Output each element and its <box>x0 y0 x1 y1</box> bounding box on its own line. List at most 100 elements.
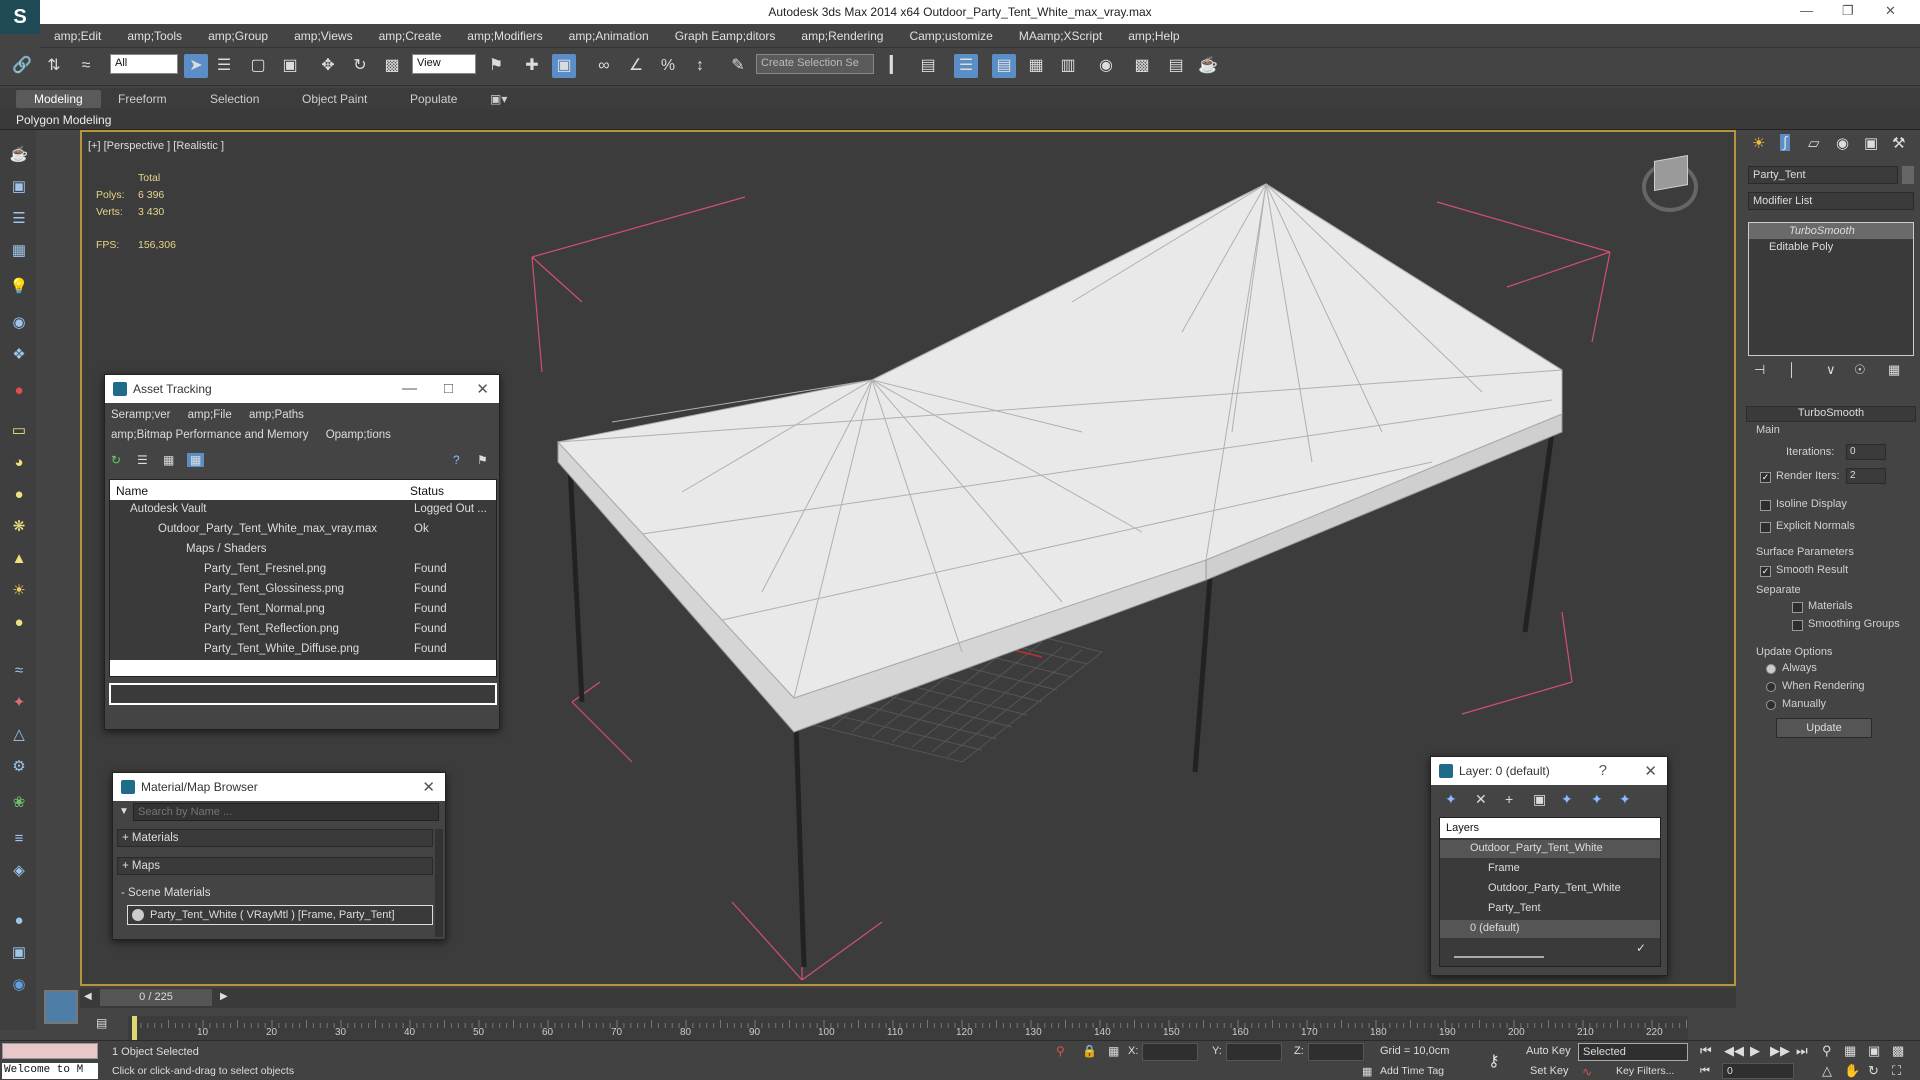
keyboard-shortcut-override-icon[interactable]: ▣ <box>552 54 576 78</box>
schematic-view-icon[interactable]: ◉ <box>1094 54 1118 78</box>
always-radio[interactable] <box>1766 664 1776 674</box>
menu-animation[interactable]: amp;Animation <box>556 24 662 43</box>
sun-icon[interactable]: ☀ <box>8 580 30 602</box>
smooth-result-checkbox[interactable]: ✓ <box>1760 566 1771 577</box>
reference-coord-dropdown[interactable]: View <box>412 54 476 74</box>
list-view-icon[interactable]: ☰ <box>137 453 148 467</box>
minimize-icon[interactable]: — <box>1800 3 1813 18</box>
go-to-start-icon[interactable]: ⏮ <box>1700 1043 1712 1059</box>
snaps-toggle-icon[interactable]: ∞ <box>592 54 616 78</box>
current-frame-marker[interactable] <box>132 1016 137 1040</box>
cone-icon[interactable]: ▲ <box>8 548 30 570</box>
app-logo-icon[interactable]: S <box>0 0 40 34</box>
pattern-icon[interactable]: ◈ <box>8 860 30 882</box>
menu-modifiers[interactable]: amp;Modifiers <box>454 24 555 43</box>
menu-graph-editors[interactable]: Graph Eamp;ditors <box>662 24 789 43</box>
rotate-icon[interactable]: ↻ <box>348 54 372 78</box>
rect-selection-icon[interactable]: ▢ <box>246 54 270 78</box>
key-mode-dropdown[interactable]: Selected <box>1578 1043 1688 1061</box>
layer-titlebar[interactable]: Layer: 0 (default) ? ✕ <box>1431 757 1667 785</box>
layer-item[interactable]: Party_Tent <box>1440 900 1660 918</box>
track-bar[interactable]: 10 20 30 40 50 60 70 80 90 100 110 120 130 140 150 160 1… <box>128 1016 1688 1040</box>
viewcube-icon[interactable] <box>1654 155 1688 191</box>
close-icon[interactable]: ✕ <box>1644 762 1657 780</box>
menu-tools[interactable]: amp;Tools <box>114 24 195 43</box>
graphite-toggle-icon[interactable]: ▦ <box>1024 54 1048 78</box>
pan-icon[interactable]: ✋ <box>1844 1063 1860 1079</box>
scene-material-item[interactable]: Party_Tent_White ( VRayMtl ) [Frame, Par… <box>127 905 433 925</box>
gear-icon[interactable]: ⚙ <box>8 756 30 778</box>
table-view-icon[interactable]: ▦ <box>187 453 205 467</box>
set-key-button[interactable]: Set Key <box>1530 1065 1569 1077</box>
at-menu-server[interactable]: Seramp;ver <box>111 409 170 421</box>
list-icon[interactable]: ☰ <box>8 208 30 230</box>
tab-object-paint[interactable]: Object Paint <box>302 92 367 106</box>
explicit-normals-checkbox[interactable] <box>1760 522 1771 533</box>
zoom-extents-all-icon[interactable]: ▩ <box>1892 1043 1904 1059</box>
material-sphere-icon[interactable]: ● <box>8 910 30 932</box>
new-layer-icon[interactable]: ✦ <box>1445 791 1457 808</box>
thumbnail-view-icon[interactable]: ▦ <box>163 453 174 467</box>
key-filters-button[interactable]: Key Filters... <box>1616 1065 1674 1077</box>
at-menu-bitmap[interactable]: amp;Bitmap Performance and Memory <box>111 429 309 441</box>
menu-edit[interactable]: amp;Edit <box>40 24 114 43</box>
time-slider[interactable]: ◀ 0 / 225 ▶ <box>80 988 1736 1008</box>
help-icon[interactable]: ? <box>453 453 460 467</box>
link-icon[interactable]: 🔗 <box>10 54 34 78</box>
key-mode-toggle-icon[interactable]: ⏮ <box>1700 1065 1710 1078</box>
select-objects-icon[interactable]: ▣ <box>1533 791 1546 808</box>
help-icon[interactable]: ? <box>1599 762 1607 779</box>
hide-all-icon[interactable]: ✦ <box>1591 791 1603 808</box>
manually-radio[interactable] <box>1766 700 1776 710</box>
particles-icon[interactable]: ✦ <box>8 692 30 714</box>
table-row[interactable]: Party_Tent_Glossiness.png Found <box>114 580 494 600</box>
close-icon[interactable]: ✕ <box>476 380 489 398</box>
percent-snap-icon[interactable]: % <box>656 54 680 78</box>
table-row[interactable]: Maps / Shaders <box>114 540 494 560</box>
tab-selection[interactable]: Selection <box>210 92 259 106</box>
go-to-end-icon[interactable]: ⏭ <box>1796 1043 1808 1059</box>
mirror-icon[interactable]: ▎ <box>884 54 908 78</box>
zoom-extents-icon[interactable]: ▣ <box>1868 1043 1880 1059</box>
pin-icon[interactable]: ⚑ <box>477 453 488 467</box>
menu-maxscript[interactable]: MAamp;XScript <box>1006 24 1115 43</box>
mini-listener-icon[interactable] <box>44 990 78 1024</box>
lock-selection-icon[interactable]: 🔒 <box>1082 1044 1097 1058</box>
grid-icon[interactable]: ▦ <box>8 240 30 262</box>
absolute-mode-icon[interactable]: ▦ <box>1108 1044 1119 1058</box>
modifier-list-dropdown[interactable]: Modifier List <box>1748 192 1914 210</box>
vertical-scrollbar[interactable] <box>435 829 443 937</box>
menu-group[interactable]: amp;Group <box>195 24 281 43</box>
col-status-header[interactable]: Status <box>410 484 444 498</box>
helper-icon[interactable]: ❖ <box>8 344 30 366</box>
angle-snap-icon[interactable]: ∠ <box>624 54 648 78</box>
unlink-icon[interactable]: ⇅ <box>42 54 66 78</box>
spinner-snap-icon[interactable]: ↕ <box>688 54 712 78</box>
z-coordinate-field[interactable] <box>1308 1043 1364 1061</box>
edit-named-selection-icon[interactable]: ✎ <box>726 54 750 78</box>
highlight-layer-icon[interactable]: ✦ <box>1561 791 1573 808</box>
utility-icon[interactable]: ▣ <box>8 942 30 964</box>
layer-item[interactable]: Outdoor_Party_Tent_White <box>1440 880 1660 898</box>
menu-customize[interactable]: Camp;ustomize <box>896 24 1005 43</box>
asset-tracking-titlebar[interactable]: Asset Tracking — □ ✕ <box>105 375 499 403</box>
restore-icon[interactable]: ❐ <box>1842 3 1854 19</box>
isolate-icon[interactable]: ⚲ <box>1056 1044 1065 1058</box>
layer-item[interactable]: Frame <box>1440 860 1660 878</box>
zoom-icon[interactable]: ⚲ <box>1822 1043 1832 1059</box>
selection-filter-dropdown[interactable]: All <box>110 54 178 74</box>
tab-populate[interactable]: Populate <box>410 92 457 106</box>
modify-tab-icon[interactable]: ∫ <box>1780 134 1791 151</box>
table-row[interactable]: Party_Tent_Normal.png Found <box>114 600 494 620</box>
next-key-icon[interactable]: ▶▶ <box>1770 1043 1790 1059</box>
time-tag-icon[interactable]: ▦ <box>1362 1065 1372 1078</box>
zoom-all-icon[interactable]: ▦ <box>1844 1043 1856 1059</box>
pivot-center-icon[interactable]: ⚑ <box>484 54 508 78</box>
create-tab-icon[interactable]: ☀ <box>1752 134 1765 152</box>
scene-materials-group[interactable]: - Scene Materials <box>117 885 433 903</box>
table-row[interactable]: Outdoor_Party_Tent_White_max_vray.max Ok <box>114 520 494 540</box>
current-frame-field[interactable]: 0 <box>1722 1063 1794 1079</box>
select-manipulate-icon[interactable]: ✚ <box>520 54 544 78</box>
move-icon[interactable]: ✥ <box>316 54 340 78</box>
menu-help[interactable]: amp;Help <box>1115 24 1192 43</box>
